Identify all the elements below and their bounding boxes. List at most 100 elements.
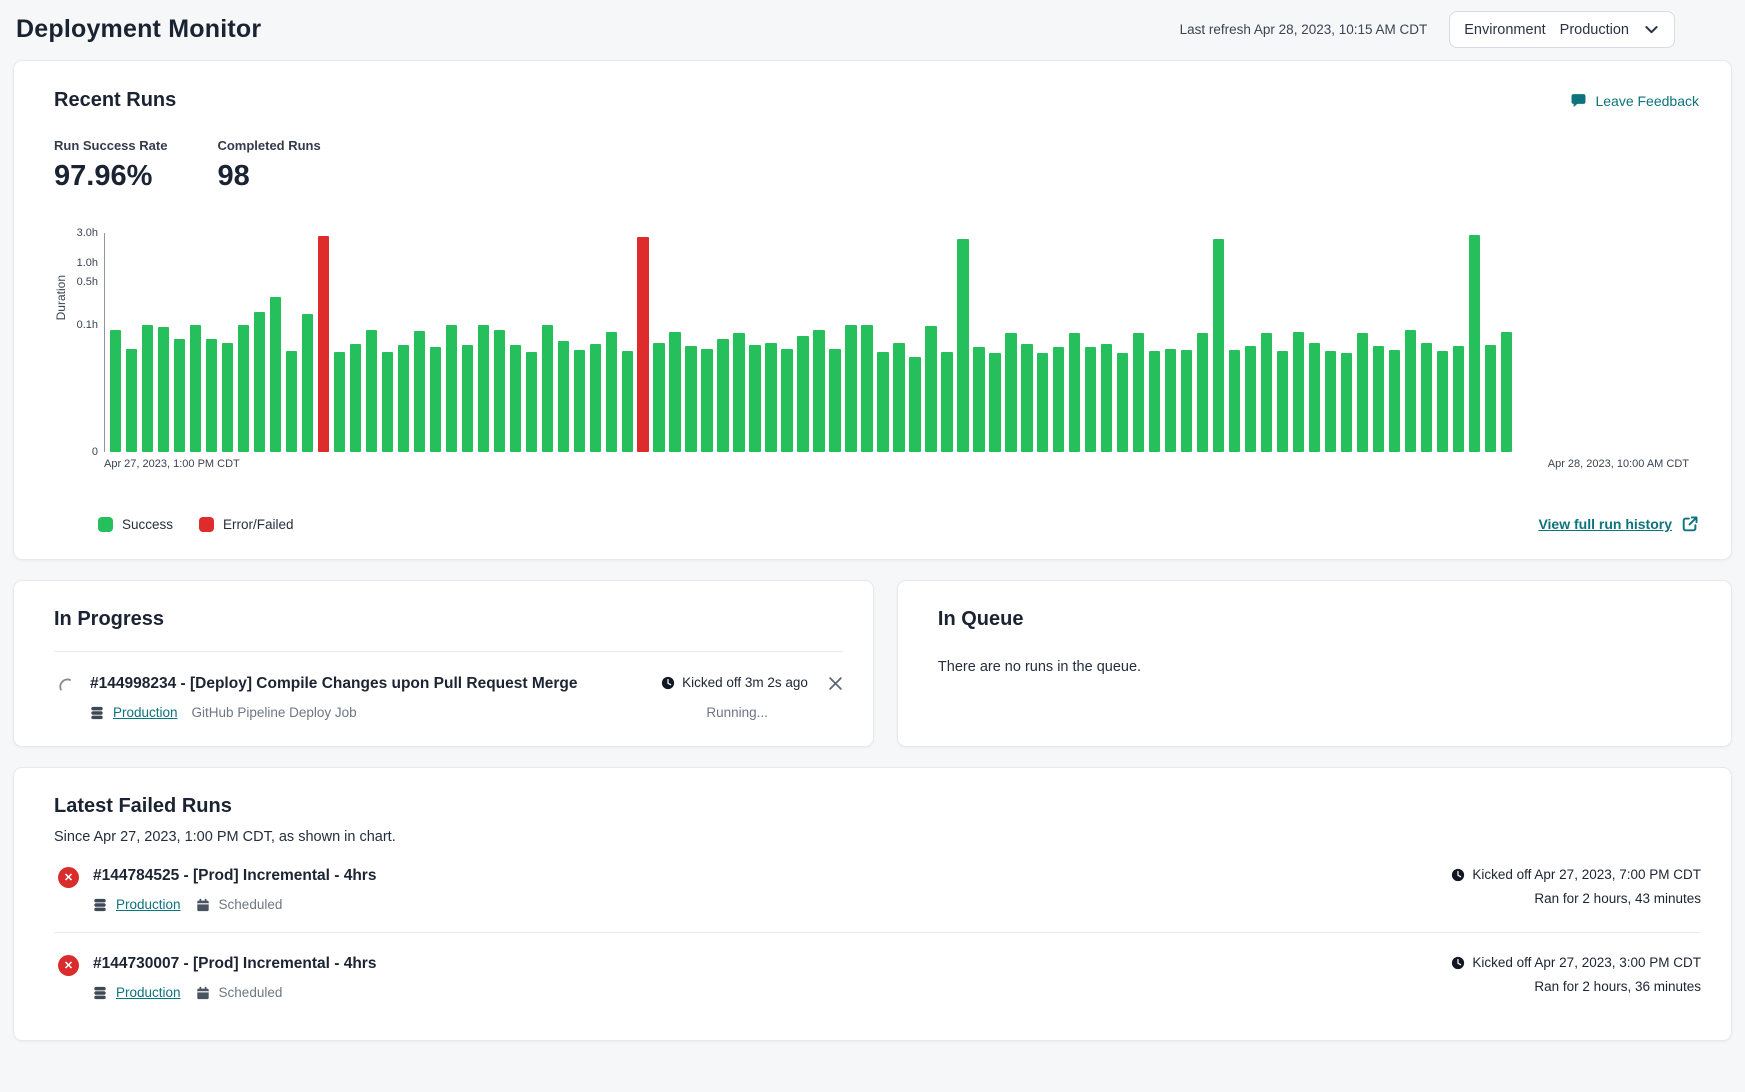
chart-bar-success[interactable]: [1213, 239, 1224, 452]
chart-bar-failed[interactable]: [637, 237, 648, 452]
chart-bar-success[interactable]: [398, 345, 409, 452]
chart-bar-success[interactable]: [574, 350, 585, 452]
chart-bar-success[interactable]: [909, 357, 920, 453]
environment-dropdown[interactable]: Environment Production: [1449, 11, 1675, 48]
chart-bar-success[interactable]: [957, 239, 968, 452]
chart-bar-success[interactable]: [829, 349, 840, 452]
chart-bar-success[interactable]: [1405, 330, 1416, 452]
chart-bar-success[interactable]: [845, 325, 856, 452]
environment-label: Environment: [1464, 22, 1545, 38]
chart-bar-success[interactable]: [1069, 333, 1080, 452]
chart-bar-success[interactable]: [1309, 343, 1320, 452]
chart-bar-success[interactable]: [1357, 333, 1368, 452]
chart-bar-success[interactable]: [781, 349, 792, 452]
chart-bar-success[interactable]: [653, 343, 664, 452]
chart-bar-success[interactable]: [1245, 346, 1256, 452]
chart-bar-success[interactable]: [510, 345, 521, 452]
chart-bar-success[interactable]: [717, 339, 728, 452]
chart-bar-success[interactable]: [366, 330, 377, 452]
chart-bar-success[interactable]: [733, 333, 744, 452]
chart-bar-success[interactable]: [765, 343, 776, 452]
chart-bar-success[interactable]: [414, 331, 425, 452]
chart-bar-success[interactable]: [877, 352, 888, 452]
chart-bar-success[interactable]: [701, 349, 712, 452]
chart-bar-success[interactable]: [174, 339, 185, 452]
chart-bar-success[interactable]: [270, 297, 281, 452]
chart-bar-success[interactable]: [1277, 351, 1288, 452]
chart-bar-success[interactable]: [1197, 333, 1208, 452]
chart-bar-success[interactable]: [941, 352, 952, 452]
chart-bar-success[interactable]: [446, 325, 457, 452]
chart-bar-success[interactable]: [158, 327, 169, 452]
chart-bar-success[interactable]: [1293, 332, 1304, 452]
chart-bar-success[interactable]: [558, 341, 569, 452]
chart-bar-success[interactable]: [1469, 235, 1480, 452]
chart-bar-success[interactable]: [382, 352, 393, 452]
chart-bar-success[interactable]: [1053, 347, 1064, 452]
chart-bar-success[interactable]: [606, 332, 617, 452]
chart-bar-success[interactable]: [350, 344, 361, 452]
chart-bar-success[interactable]: [893, 343, 904, 452]
chart-bar-success[interactable]: [430, 347, 441, 452]
chart-bar-success[interactable]: [1437, 351, 1448, 452]
chart-bar-success[interactable]: [462, 345, 473, 452]
chart-bar-success[interactable]: [1165, 349, 1176, 452]
chart-bar-success[interactable]: [1101, 344, 1112, 452]
chart-bar-success[interactable]: [1133, 333, 1144, 452]
in-progress-run-row: #144998234 - [Deploy] Compile Changes up…: [54, 675, 843, 720]
chart-bar-success[interactable]: [1373, 346, 1384, 452]
chart-bar-success[interactable]: [286, 351, 297, 452]
chart-bar-success[interactable]: [478, 325, 489, 452]
chart-bar-success[interactable]: [1149, 351, 1160, 452]
page-header: Deployment Monitor Last refresh Apr 28, …: [0, 0, 1745, 58]
trigger-type: Scheduled: [219, 897, 283, 912]
environment-link[interactable]: Production: [116, 985, 181, 1000]
chart-bar-success[interactable]: [1261, 333, 1272, 452]
chart-bar-success[interactable]: [302, 314, 313, 452]
chart-bar-success[interactable]: [1005, 333, 1016, 452]
chart-bar-success[interactable]: [238, 325, 249, 452]
chart-bar-success[interactable]: [126, 349, 137, 452]
chart-bar-success[interactable]: [685, 346, 696, 452]
chart-bar-success[interactable]: [1453, 346, 1464, 452]
chart-bar-success[interactable]: [813, 330, 824, 452]
chart-bar-success[interactable]: [542, 325, 553, 452]
chart-bar-success[interactable]: [622, 351, 633, 452]
chart-bar-success[interactable]: [254, 312, 265, 452]
chart-bar-success[interactable]: [861, 325, 872, 452]
legend-label: Error/Failed: [223, 517, 294, 532]
chart-bar-success[interactable]: [1389, 350, 1400, 452]
chart-bar-success[interactable]: [222, 343, 233, 452]
chart-bar-success[interactable]: [1501, 332, 1512, 452]
chart-bar-success[interactable]: [1485, 345, 1496, 452]
chart-bar-success[interactable]: [494, 330, 505, 452]
chart-bar-success[interactable]: [190, 325, 201, 452]
chart-bar-success[interactable]: [1341, 353, 1352, 452]
view-full-run-history-link[interactable]: View full run history: [1538, 515, 1699, 533]
chart-bar-success[interactable]: [1085, 347, 1096, 452]
chart-bar-success[interactable]: [142, 325, 153, 452]
chart-bar-success[interactable]: [1021, 344, 1032, 452]
chart-bar-success[interactable]: [1181, 350, 1192, 452]
chart-bar-success[interactable]: [334, 352, 345, 452]
environment-link[interactable]: Production: [113, 705, 178, 720]
chart-bar-success[interactable]: [989, 353, 1000, 453]
chart-bar-success[interactable]: [1117, 353, 1128, 453]
chart-bar-failed[interactable]: [318, 236, 329, 452]
chart-bar-success[interactable]: [797, 336, 808, 452]
environment-link[interactable]: Production: [116, 897, 181, 912]
chart-bar-success[interactable]: [526, 352, 537, 452]
chart-bar-success[interactable]: [1229, 350, 1240, 452]
chart-bar-success[interactable]: [1037, 353, 1048, 453]
chart-bar-success[interactable]: [590, 344, 601, 452]
chart-bar-success[interactable]: [925, 326, 936, 452]
chart-bar-success[interactable]: [669, 332, 680, 452]
chart-bar-success[interactable]: [206, 339, 217, 452]
chart-bar-success[interactable]: [110, 330, 121, 452]
chart-bar-success[interactable]: [973, 347, 984, 452]
leave-feedback-link[interactable]: Leave Feedback: [1570, 92, 1699, 109]
chart-bar-success[interactable]: [749, 345, 760, 452]
chart-bar-success[interactable]: [1325, 351, 1336, 452]
chart-bar-success[interactable]: [1421, 343, 1432, 452]
close-icon[interactable]: [828, 676, 843, 694]
